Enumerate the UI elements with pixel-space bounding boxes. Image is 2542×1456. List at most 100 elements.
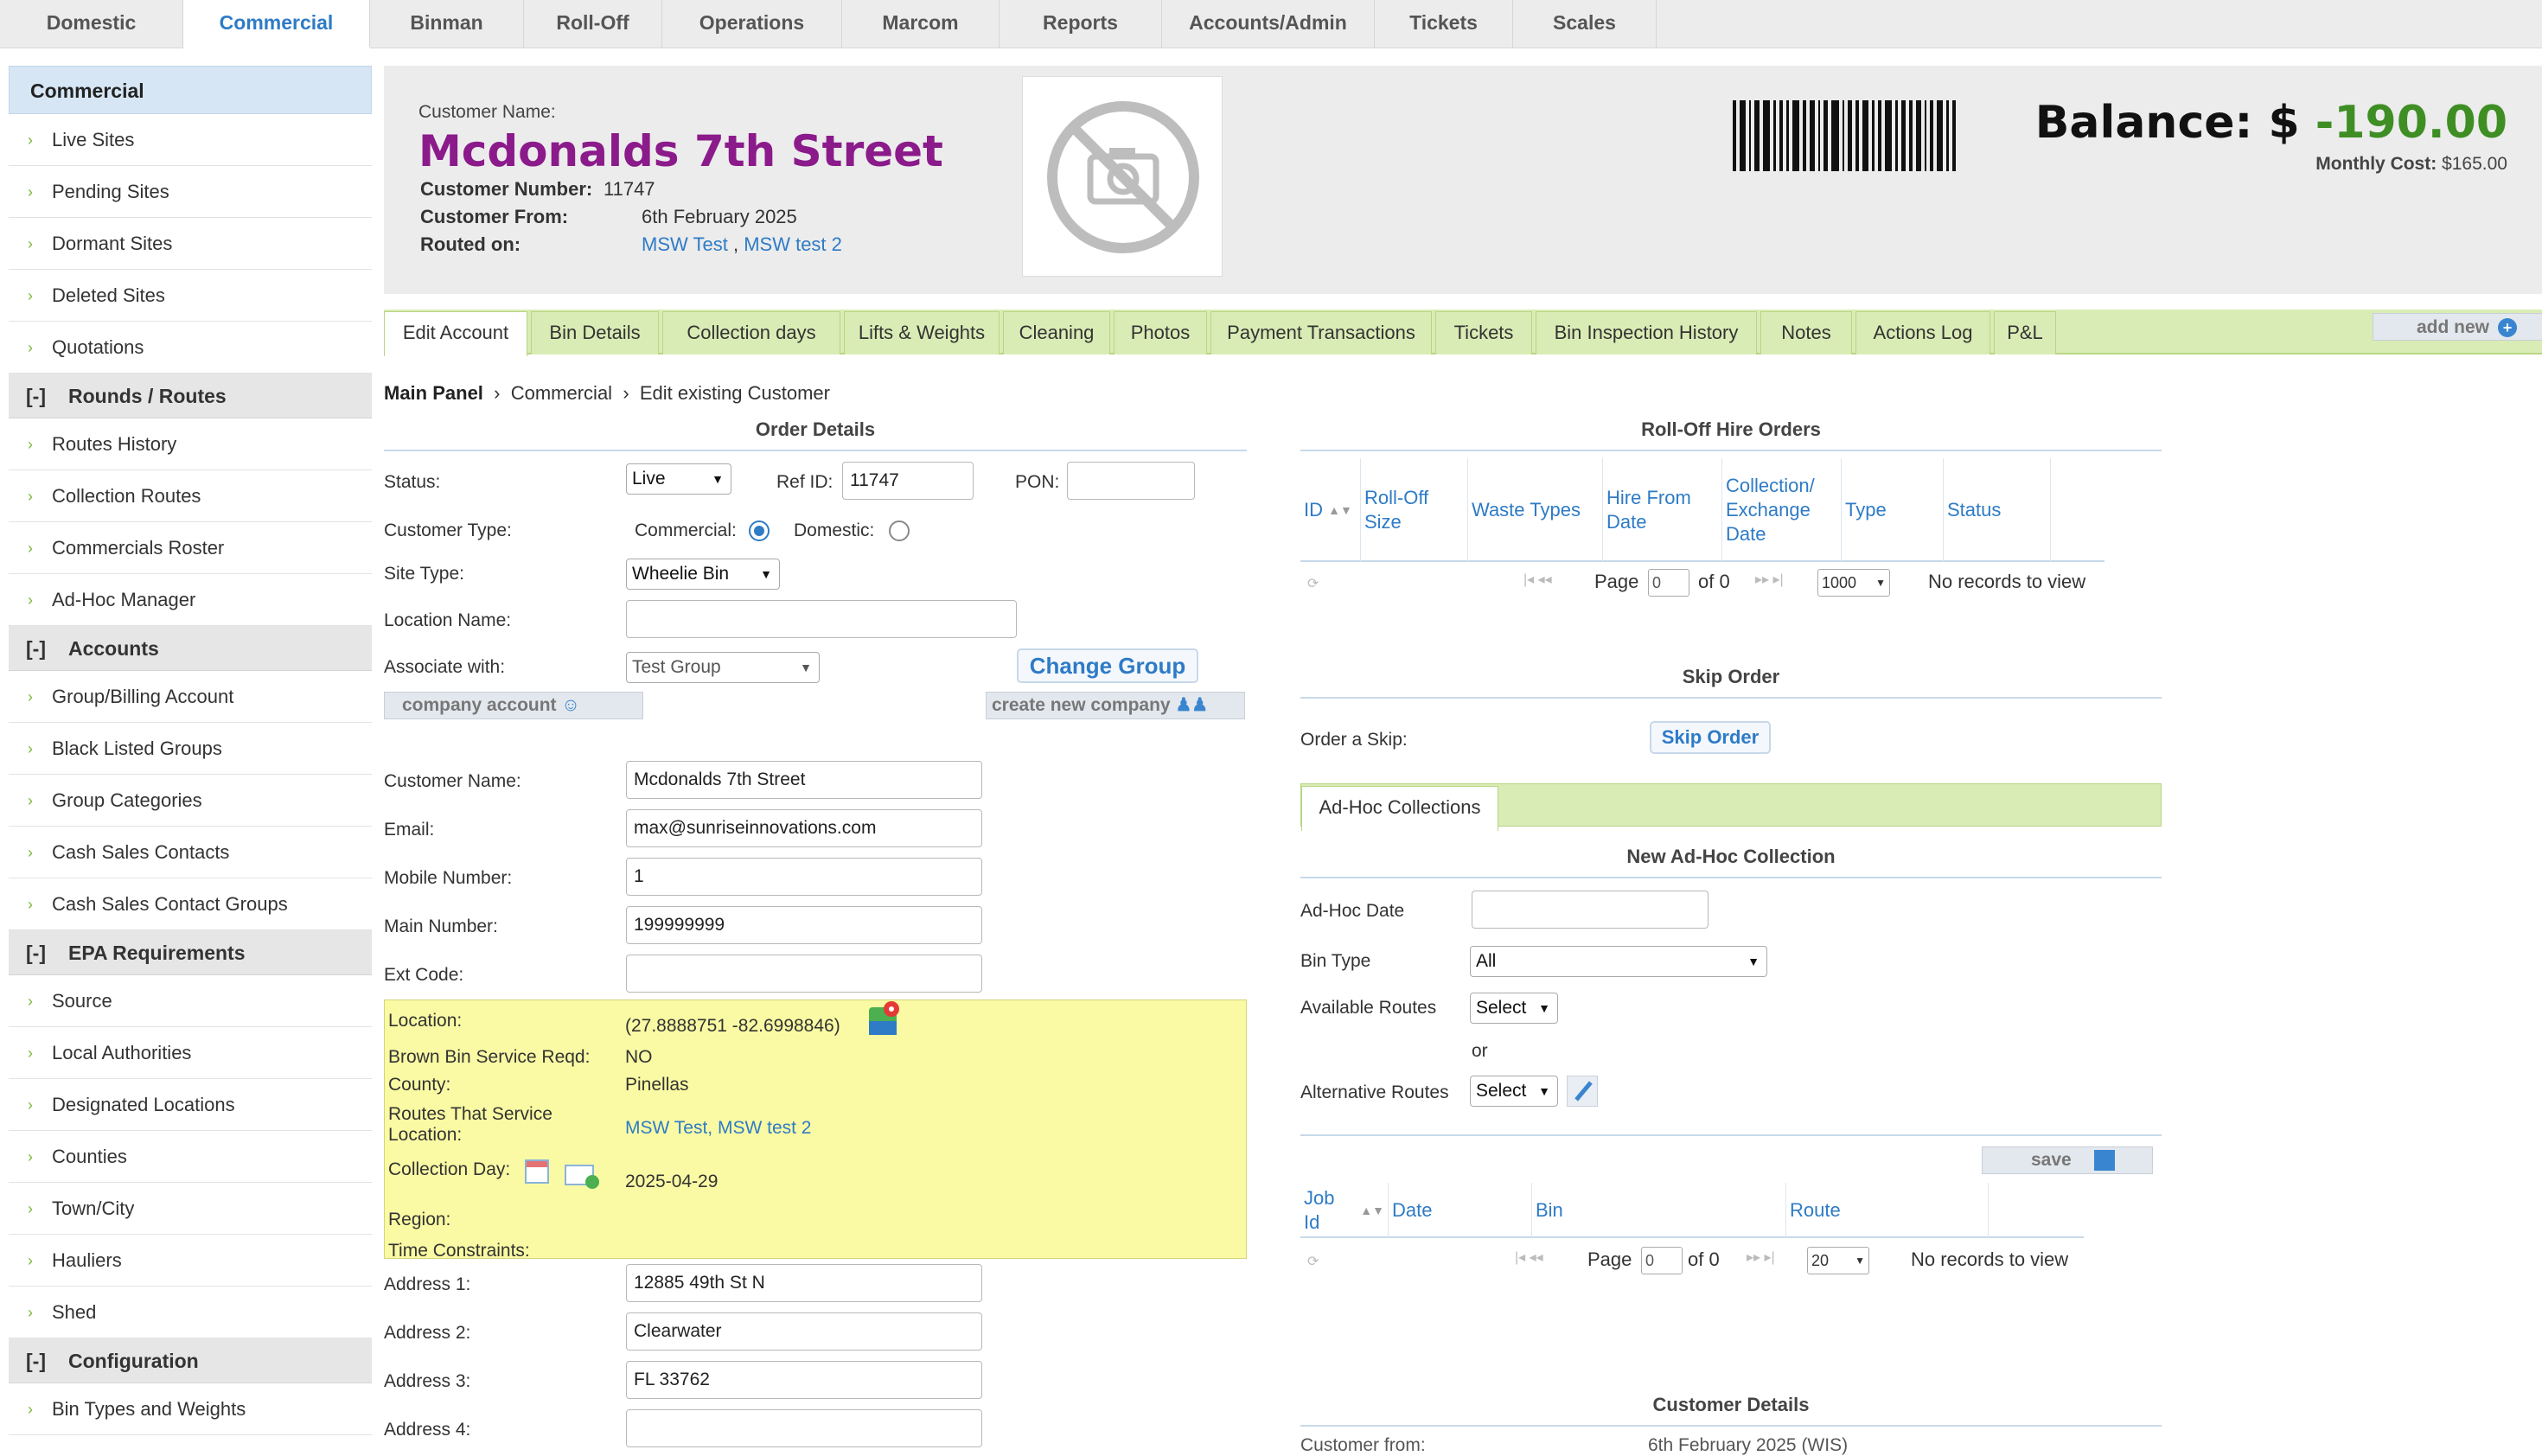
- tab-bin-inspection-history[interactable]: Bin Inspection History: [1536, 311, 1757, 354]
- sidebar-item-source[interactable]: › Source: [9, 975, 372, 1027]
- page-size-select[interactable]: 1000 ▼: [1817, 569, 1890, 597]
- tab-bin-details[interactable]: Bin Details: [531, 311, 659, 354]
- sidebar-item-group-categories[interactable]: › Group Categories: [9, 775, 372, 827]
- tab-notes[interactable]: Notes: [1760, 311, 1852, 354]
- topnav-tab-operations[interactable]: Operations: [662, 0, 842, 48]
- column-hire-from-date[interactable]: Hire From Date: [1603, 458, 1722, 562]
- tab-collection-days[interactable]: Collection days: [662, 311, 840, 354]
- sidebar-item-cash-sales-contact-groups[interactable]: › Cash Sales Contact Groups: [9, 878, 372, 930]
- topnav-tab-commercial[interactable]: Commercial: [183, 0, 370, 48]
- create-new-company-button[interactable]: create new company ♟♟: [986, 692, 1245, 719]
- sidebar-item-local-authorities[interactable]: › Local Authorities: [9, 1027, 372, 1079]
- address-4-input[interactable]: [626, 1409, 982, 1447]
- breadcrumb-commercial[interactable]: Commercial: [511, 382, 612, 404]
- tab-edit-account[interactable]: Edit Account: [384, 311, 527, 356]
- column-type[interactable]: Type: [1842, 458, 1944, 562]
- column-status[interactable]: Status: [1944, 458, 2051, 562]
- address-3-input[interactable]: FL 33762: [626, 1361, 982, 1399]
- sidebar-item-shed[interactable]: › Shed: [9, 1287, 372, 1338]
- address-1-input[interactable]: 12885 49th St N: [626, 1264, 982, 1302]
- sidebar-group-accounts[interactable]: [-] Accounts: [9, 626, 372, 671]
- customer-name-input[interactable]: Mcdonalds 7th Street: [626, 761, 982, 799]
- refresh-icon[interactable]: ⟳: [1307, 1255, 1319, 1269]
- associate-with-select[interactable]: Test Group ▼: [626, 652, 820, 683]
- sidebar-item-ad-hoc-manager[interactable]: › Ad-Hoc Manager: [9, 574, 372, 626]
- sidebar-item-bin-types-and-weights[interactable]: › Bin Types and Weights: [9, 1383, 372, 1435]
- sidebar-group-rounds-routes[interactable]: [-] Rounds / Routes: [9, 374, 372, 418]
- breadcrumb-root[interactable]: Main Panel: [384, 382, 483, 404]
- column-id[interactable]: ID ▲▼: [1300, 458, 1361, 562]
- ref-id-input[interactable]: 11747: [842, 462, 974, 500]
- tab-p-and-l[interactable]: P&L: [1994, 311, 2056, 354]
- ext-code-input[interactable]: [626, 955, 982, 993]
- route-link[interactable]: MSW Test: [642, 233, 728, 255]
- sidebar-item-live-sites[interactable]: › Live Sites: [9, 114, 372, 166]
- sidebar-item-hauliers[interactable]: › Hauliers: [9, 1235, 372, 1287]
- domestic-radio[interactable]: [889, 520, 910, 541]
- tab-payment-transactions[interactable]: Payment Transactions: [1210, 311, 1432, 354]
- sidebar-item-pending-sites[interactable]: › Pending Sites: [9, 166, 372, 218]
- next-page-icon[interactable]: ▸▸ ▸|: [1755, 571, 1784, 588]
- sidebar-item-counties[interactable]: › Counties: [9, 1131, 372, 1183]
- bin-type-select[interactable]: All ▼: [1470, 946, 1767, 977]
- tab-lifts-weights[interactable]: Lifts & Weights: [844, 311, 1000, 354]
- sidebar-item-deleted-sites[interactable]: › Deleted Sites: [9, 270, 372, 322]
- no-photo-icon[interactable]: [1022, 76, 1223, 277]
- sidebar-item-commercials-roster[interactable]: › Commercials Roster: [9, 522, 372, 574]
- add-new-button[interactable]: add new +: [2373, 313, 2542, 341]
- collapse-toggle[interactable]: [-]: [26, 385, 46, 407]
- column-roll-off-size[interactable]: Roll-Off Size: [1361, 458, 1468, 562]
- map-pin-icon[interactable]: [867, 1000, 902, 1037]
- topnav-tab-roll-off[interactable]: Roll-Off: [524, 0, 662, 48]
- sidebar-item-dormant-sites[interactable]: › Dormant Sites: [9, 218, 372, 270]
- email-forward-icon[interactable]: [565, 1165, 599, 1189]
- save-button[interactable]: save: [1982, 1146, 2153, 1174]
- topnav-tab-tickets[interactable]: Tickets: [1375, 0, 1513, 48]
- collapse-toggle[interactable]: [-]: [26, 1350, 46, 1372]
- topnav-tab-marcom[interactable]: Marcom: [842, 0, 1000, 48]
- sidebar-item-designated-locations[interactable]: › Designated Locations: [9, 1079, 372, 1131]
- main-number-input[interactable]: 199999999: [626, 906, 982, 944]
- available-routes-select[interactable]: Select ▼: [1470, 993, 1558, 1024]
- topnav-tab-binman[interactable]: Binman: [370, 0, 524, 48]
- sidebar-item-cash-sales-contacts[interactable]: › Cash Sales Contacts: [9, 827, 372, 878]
- page-input[interactable]: 0: [1648, 569, 1689, 597]
- topnav-tab-accounts-admin[interactable]: Accounts/Admin: [1162, 0, 1375, 48]
- column-route[interactable]: Route: [1786, 1183, 1989, 1238]
- sidebar-group-configuration[interactable]: [-] Configuration: [9, 1338, 372, 1383]
- column-collection-exchange-date[interactable]: Collection/ Exchange Date: [1722, 458, 1842, 562]
- sidebar-item-collection-routes[interactable]: › Collection Routes: [9, 470, 372, 522]
- sidebar-group-epa-requirements[interactable]: [-] EPA Requirements: [9, 930, 372, 975]
- tab-ad-hoc-collections[interactable]: Ad-Hoc Collections: [1301, 786, 1498, 831]
- column-date[interactable]: Date: [1389, 1183, 1532, 1238]
- sidebar-item-group-billing-account[interactable]: › Group/Billing Account: [9, 671, 372, 723]
- ad-hoc-date-input[interactable]: [1472, 891, 1709, 929]
- skip-order-button[interactable]: Skip Order: [1650, 721, 1771, 754]
- pon-input[interactable]: [1067, 462, 1195, 500]
- topnav-tab-scales[interactable]: Scales: [1513, 0, 1657, 48]
- address-2-input[interactable]: Clearwater: [626, 1312, 982, 1351]
- sidebar-item-black-listed-groups[interactable]: › Black Listed Groups: [9, 723, 372, 775]
- page-size-select[interactable]: 20 ▼: [1807, 1247, 1869, 1274]
- calendar-icon[interactable]: [525, 1159, 549, 1184]
- refresh-icon[interactable]: ⟳: [1307, 577, 1319, 591]
- column-job-id[interactable]: Job Id ▲▼: [1300, 1183, 1389, 1238]
- status-select[interactable]: Live ▼: [626, 463, 731, 495]
- tab-tickets[interactable]: Tickets: [1435, 311, 1532, 354]
- tab-actions-log[interactable]: Actions Log: [1855, 311, 1990, 354]
- routes-service-links[interactable]: MSW Test, MSW test 2: [625, 1118, 811, 1139]
- topnav-tab-reports[interactable]: Reports: [1000, 0, 1162, 48]
- mobile-number-input[interactable]: 1: [626, 858, 982, 896]
- commercial-radio[interactable]: [749, 520, 770, 541]
- topnav-tab-domestic[interactable]: Domestic: [0, 0, 183, 48]
- tab-cleaning[interactable]: Cleaning: [1003, 311, 1110, 354]
- route-link[interactable]: MSW test 2: [744, 233, 842, 255]
- sidebar-item-routes-history[interactable]: › Routes History: [9, 418, 372, 470]
- page-input[interactable]: 0: [1641, 1247, 1683, 1274]
- email-input[interactable]: max@sunriseinnovations.com: [626, 809, 982, 847]
- collapse-toggle[interactable]: [-]: [26, 942, 46, 964]
- column-bin[interactable]: Bin: [1532, 1183, 1786, 1238]
- alternative-routes-select[interactable]: Select ▼: [1470, 1076, 1558, 1107]
- sidebar-item-town-city[interactable]: › Town/City: [9, 1183, 372, 1235]
- collapse-toggle[interactable]: [-]: [26, 637, 46, 660]
